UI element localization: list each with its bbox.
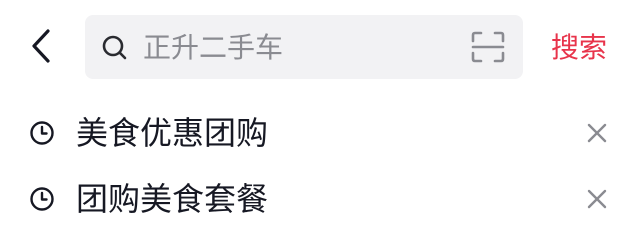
back-button[interactable]: [24, 26, 58, 66]
chevron-left-icon: [32, 29, 50, 63]
clock-icon: [30, 187, 54, 211]
search-history-list: 美食优惠团购 团购美食套餐: [0, 103, 640, 235]
search-bar[interactable]: [85, 15, 523, 79]
history-item[interactable]: 团购美食套餐: [0, 169, 640, 235]
search-input[interactable]: [143, 15, 453, 79]
close-icon[interactable]: [583, 185, 611, 213]
search-icon: [102, 35, 127, 60]
search-button[interactable]: 搜索: [551, 26, 607, 70]
history-item-label: 美食优惠团购: [76, 114, 269, 152]
history-item-label: 团购美食套餐: [76, 180, 269, 218]
scan-icon[interactable]: [471, 31, 505, 63]
history-item[interactable]: 美食优惠团购: [0, 103, 640, 169]
clock-icon: [30, 121, 54, 145]
close-icon[interactable]: [583, 119, 611, 147]
